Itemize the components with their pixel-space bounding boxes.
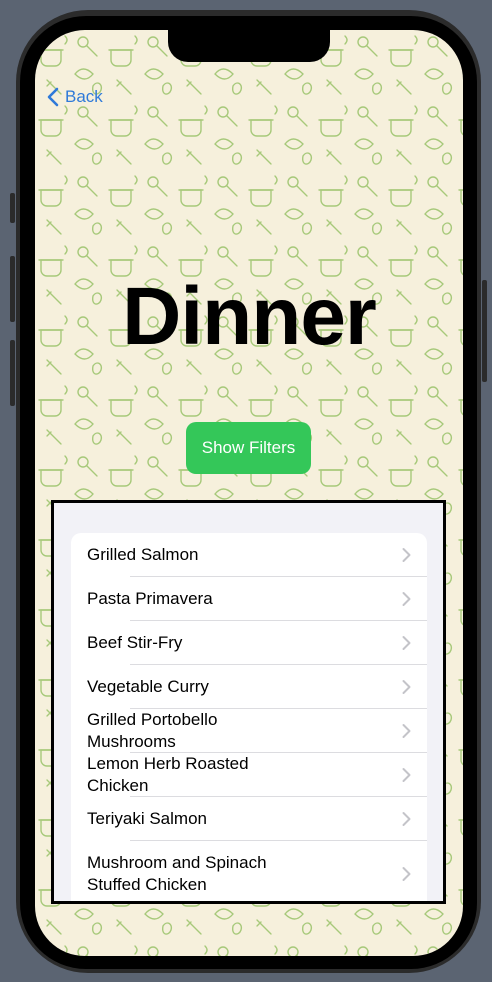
show-filters-button[interactable]: Show Filters bbox=[186, 422, 311, 474]
chevron-right-icon bbox=[402, 636, 411, 650]
page-title: Dinner bbox=[122, 271, 377, 362]
list-item-label: Beef Stir-Fry bbox=[87, 633, 183, 652]
list-item[interactable]: Grilled Portobello Mushrooms bbox=[71, 709, 427, 753]
list-item-label: Grilled Portobello Mushrooms bbox=[87, 710, 218, 751]
recipe-list: Grilled Salmon Pasta Primavera Beef Stir… bbox=[71, 533, 427, 901]
list-item[interactable]: Beef Stir-Fry bbox=[71, 621, 427, 665]
list-item-label: Vegetable Curry bbox=[87, 677, 209, 696]
back-button[interactable]: Back bbox=[47, 84, 103, 110]
chevron-right-icon bbox=[402, 724, 411, 738]
chevron-right-icon bbox=[402, 680, 411, 694]
recipe-list-frame: Grilled Salmon Pasta Primavera Beef Stir… bbox=[51, 500, 446, 904]
chevron-right-icon bbox=[402, 768, 411, 782]
list-item-label: Mushroom and Spinach Stuffed Chicken bbox=[87, 853, 267, 894]
list-item[interactable]: Vegetable Curry bbox=[71, 665, 427, 709]
chevron-right-icon bbox=[402, 812, 411, 826]
list-item[interactable]: Mushroom and Spinach Stuffed Chicken bbox=[71, 841, 427, 901]
list-item[interactable]: Lemon Herb Roasted Chicken bbox=[71, 753, 427, 797]
volume-up-button bbox=[10, 256, 15, 322]
back-label: Back bbox=[65, 87, 103, 106]
chevron-left-icon bbox=[47, 87, 59, 107]
power-button bbox=[482, 280, 487, 382]
chevron-right-icon bbox=[402, 548, 411, 562]
mute-switch bbox=[10, 193, 15, 223]
chevron-right-icon bbox=[402, 867, 411, 881]
chevron-right-icon bbox=[402, 592, 411, 606]
device-notch bbox=[168, 30, 330, 62]
list-item-label: Grilled Salmon bbox=[87, 545, 199, 564]
list-item-label: Pasta Primavera bbox=[87, 589, 213, 608]
list-item-label: Teriyaki Salmon bbox=[87, 809, 207, 828]
app-screen: Back Dinner Show Filters Grilled Salmon … bbox=[35, 30, 463, 956]
list-item[interactable]: Pasta Primavera bbox=[71, 577, 427, 621]
list-item-label: Lemon Herb Roasted Chicken bbox=[87, 754, 249, 795]
list-item[interactable]: Teriyaki Salmon bbox=[71, 797, 427, 841]
volume-down-button bbox=[10, 340, 15, 406]
list-item[interactable]: Grilled Salmon bbox=[71, 533, 427, 577]
